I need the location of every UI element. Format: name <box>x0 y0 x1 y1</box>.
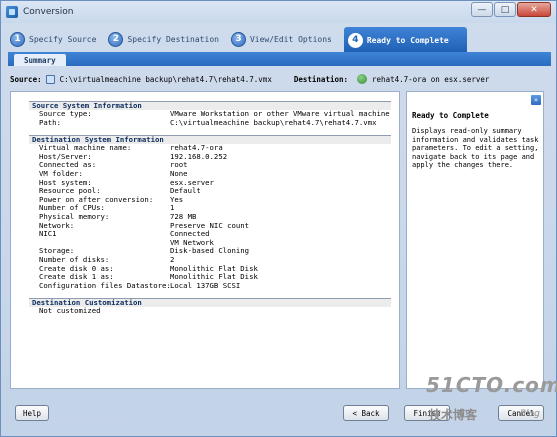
row-value: Disk-based Cloning <box>170 246 250 256</box>
row-value: Default <box>170 186 201 196</box>
window-title: Conversion <box>23 7 74 17</box>
step-label: Specify Source <box>29 34 97 44</box>
destination-value: rehat4.7-ora on esx.server <box>372 74 490 84</box>
step-number-3: 3 <box>230 31 246 47</box>
app-icon <box>6 6 18 18</box>
summary-panel: Source System Information Source type: V… <box>10 91 400 389</box>
row-key: Configuration files Datastore: <box>39 280 171 290</box>
summary-row: Not customized <box>29 307 391 316</box>
server-icon <box>357 74 368 84</box>
back-button[interactable]: < Back <box>343 405 389 421</box>
row-value: root <box>170 160 188 170</box>
tab-summary[interactable]: Summary <box>14 54 66 66</box>
row-value: Yes <box>170 194 184 204</box>
row-key: Not customized <box>39 306 101 316</box>
wizard-steps: 1 Specify Source 2 Specify Destination 3… <box>8 27 551 53</box>
row-value: 192.168.0.252 <box>170 151 228 161</box>
destination-rows: Virtual machine name: rehat4.7-ora Host/S… <box>29 144 391 290</box>
maximize-button[interactable]: □ <box>494 2 516 17</box>
step-label: View/Edit Options <box>249 34 332 44</box>
step-specify-destination[interactable]: 2 Specify Destination <box>106 27 219 51</box>
source-rows: Source type: VMware Workstation or other… <box>29 109 391 128</box>
button-bar: Help < Back Finish Cancel <box>1 397 556 437</box>
cancel-button[interactable]: Cancel <box>498 405 544 421</box>
side-panel-title: Ready to Complete <box>412 111 489 120</box>
close-button[interactable]: ✕ <box>517 2 551 17</box>
step-ready-to-complete[interactable]: 4 Ready to Complete <box>343 27 467 53</box>
vm-file-icon <box>45 74 55 84</box>
step-number-2: 2 <box>108 31 124 47</box>
help-side-panel: » Ready to Complete Displays read-only s… <box>406 91 544 389</box>
conversion-window: Conversion — □ ✕ 1 Specify Source 2 Spec… <box>0 0 557 437</box>
subtab-bar: Summary <box>8 52 551 66</box>
minimize-button[interactable]: — <box>471 2 493 17</box>
row-key: Path: <box>39 117 61 127</box>
row-value <box>170 307 391 316</box>
summary-row: Configuration files Datastore: Local 137G… <box>29 280 391 291</box>
step-specify-source[interactable]: 1 Specify Source <box>8 27 96 51</box>
summary-row: Path: C:\virtualmeachine backup\rehat4.7… <box>29 117 391 128</box>
summary-row: Connected as: root <box>29 161 391 170</box>
step-number-4: 4 <box>347 32 363 48</box>
finish-button[interactable]: Finish <box>404 405 450 421</box>
step-number-1: 1 <box>10 31 25 47</box>
row-value: esx.server <box>170 177 214 187</box>
row-value: Local 137GB SCSI <box>170 280 241 290</box>
summary-row: Network: Preserve NIC count <box>29 221 391 231</box>
window-controls: — □ ✕ <box>470 2 551 17</box>
side-panel-body: Displays read-only summary information a… <box>412 127 539 170</box>
help-button[interactable]: Help <box>15 405 49 421</box>
step-label: Ready to Complete <box>366 35 449 45</box>
row-value: C:\virtualmeachine backup\rehat4.7\rehat… <box>170 117 377 127</box>
collapse-panel-icon[interactable]: » <box>531 95 541 105</box>
source-destination-bar: Source: C:\virtualmeachine backup\rehat4… <box>10 72 550 86</box>
customization-rows: Not customized <box>29 307 391 316</box>
source-path: C:\virtualmeachine backup\rehat4.7\rehat… <box>59 74 272 84</box>
title-bar[interactable]: Conversion — □ ✕ <box>1 1 556 23</box>
step-view-edit-options[interactable]: 3 View/Edit Options <box>229 27 332 51</box>
summary-content: Source System Information Source type: V… <box>29 99 391 316</box>
row-key: NIC1 <box>39 229 57 239</box>
step-label: Specify Destination <box>127 34 219 44</box>
destination-label: Destination: <box>293 74 349 84</box>
row-value: 1 <box>170 203 175 213</box>
source-label: Source: <box>10 74 42 84</box>
